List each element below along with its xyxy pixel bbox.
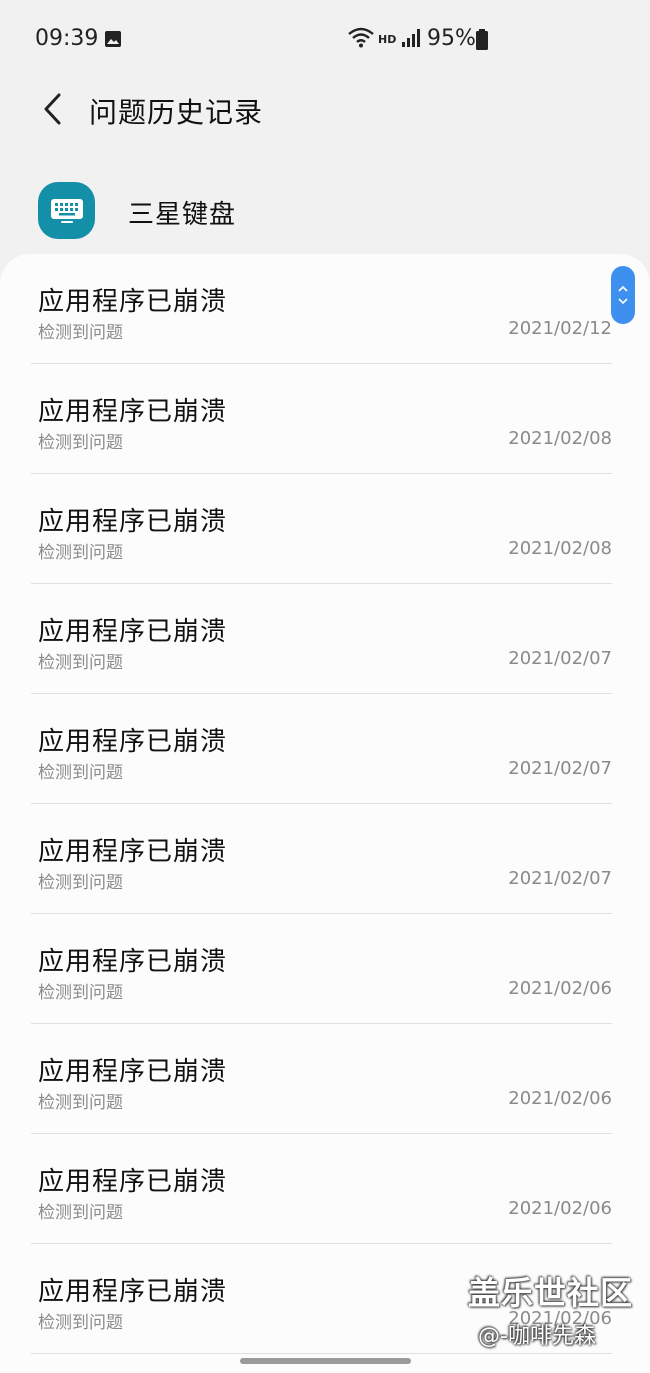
back-button[interactable]: [30, 84, 74, 134]
item-title: 应用程序已崩溃: [38, 837, 228, 867]
item-subtitle: 检测到问题: [38, 1203, 123, 1223]
item-title: 应用程序已崩溃: [38, 1167, 228, 1197]
gallery-icon: [104, 30, 122, 52]
list-item[interactable]: 应用程序已崩溃 检测到问题 2021/02/07: [0, 694, 650, 804]
item-subtitle: 检测到问题: [38, 873, 123, 893]
keyboard-icon: [50, 198, 83, 223]
watermark-author: @-咖啡先森: [478, 1324, 596, 1349]
list-item[interactable]: 应用程序已崩溃 检测到问题 2021/02/07: [0, 584, 650, 694]
item-date: 2021/02/07: [508, 868, 612, 889]
chevron-left-icon: [44, 93, 61, 125]
list-item[interactable]: 应用程序已崩溃 检测到问题 2021/02/12: [0, 254, 650, 364]
item-subtitle: 检测到问题: [38, 983, 123, 1003]
divider: [31, 1353, 612, 1354]
item-title: 应用程序已崩溃: [38, 397, 228, 427]
list-item[interactable]: 应用程序已崩溃 检测到问题 2021/02/06: [0, 1134, 650, 1244]
item-date: 2021/02/06: [508, 1198, 612, 1219]
item-subtitle: 检测到问题: [38, 1313, 123, 1333]
item-title: 应用程序已崩溃: [38, 727, 228, 757]
list-item[interactable]: 应用程序已崩溃 检测到问题 2021/02/08: [0, 474, 650, 584]
item-title: 应用程序已崩溃: [38, 1057, 228, 1087]
app-name: 三星键盘: [128, 200, 237, 230]
item-date: 2021/02/07: [508, 758, 612, 779]
item-title: 应用程序已崩溃: [38, 617, 228, 647]
fast-scroll-handle[interactable]: [611, 266, 635, 324]
hd-badge: HD: [378, 33, 397, 46]
item-subtitle: 检测到问题: [38, 1093, 123, 1113]
status-bar: 09:39 HD 95%: [0, 0, 650, 80]
chevron-down-icon: [618, 298, 628, 305]
item-title: 应用程序已崩溃: [38, 507, 228, 537]
wifi-icon: [347, 26, 375, 52]
history-card: 应用程序已崩溃 检测到问题 2021/02/12 应用程序已崩溃 检测到问题 2…: [0, 254, 650, 1373]
page-title: 问题历史记录: [89, 96, 264, 129]
signal-icon: [401, 28, 421, 52]
item-date: 2021/02/07: [508, 648, 612, 669]
item-date: 2021/02/08: [508, 538, 612, 559]
item-subtitle: 检测到问题: [38, 323, 123, 343]
item-date: 2021/02/12: [508, 318, 612, 339]
item-date: 2021/02/06: [508, 978, 612, 999]
item-subtitle: 检测到问题: [38, 543, 123, 563]
item-subtitle: 检测到问题: [38, 433, 123, 453]
list-item[interactable]: 应用程序已崩溃 检测到问题 2021/02/06: [0, 914, 650, 1024]
list-item[interactable]: 应用程序已崩溃 检测到问题 2021/02/07: [0, 804, 650, 914]
screen: 09:39 HD 95% 问题历史记录 三星键盘 应用程序已崩溃 检测到问题 2…: [0, 0, 650, 1373]
item-title: 应用程序已崩溃: [38, 287, 228, 317]
item-date: 2021/02/08: [508, 428, 612, 449]
item-date: 2021/02/06: [508, 1088, 612, 1109]
status-time: 09:39: [35, 26, 99, 51]
item-subtitle: 检测到问题: [38, 763, 123, 783]
item-title: 应用程序已崩溃: [38, 1277, 228, 1307]
list-item[interactable]: 应用程序已崩溃 检测到问题 2021/02/06: [0, 1024, 650, 1134]
battery-percentage: 95%: [427, 26, 476, 51]
home-indicator[interactable]: [240, 1358, 411, 1364]
keyboard-app-icon: [38, 182, 95, 239]
chevron-up-icon: [618, 285, 628, 292]
item-subtitle: 检测到问题: [38, 653, 123, 673]
list-item[interactable]: 应用程序已崩溃 检测到问题 2021/02/08: [0, 364, 650, 474]
item-title: 应用程序已崩溃: [38, 947, 228, 977]
battery-icon: [475, 29, 489, 55]
watermark-title: 盖乐世社区: [468, 1274, 634, 1312]
